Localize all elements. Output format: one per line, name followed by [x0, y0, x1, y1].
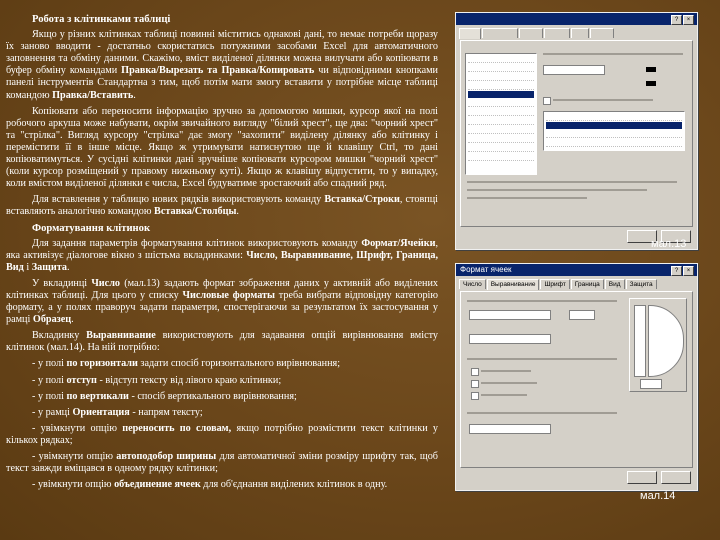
- list-item: - увімкнути опцію переносить по словам, …: [6, 422, 439, 446]
- section-title: Робота з клітинками таблиці: [32, 14, 171, 25]
- paragraph-number-tab: У вкладинці Число (мал.13) задають форма…: [6, 277, 438, 326]
- separator-checkbox: [543, 97, 551, 105]
- dialog-panel: [460, 40, 693, 227]
- shrink-to-fit-checkbox: [471, 380, 479, 388]
- figure-caption-13: мал.13: [651, 238, 687, 250]
- wrap-text-checkbox: [471, 368, 479, 376]
- tab-border: Граница: [570, 279, 604, 289]
- list-item: - у рамці Ориентация - напрям тексту;: [32, 406, 203, 418]
- text-direction-field: [469, 424, 551, 434]
- horizontal-align-field: [469, 310, 551, 320]
- help-icon: ?: [671, 266, 682, 276]
- help-icon: ?: [671, 15, 682, 25]
- dialog-title-bar: × ?: [456, 13, 697, 25]
- paragraph-mouse-copy: Копіювати або переносити інформацію зруч…: [6, 105, 438, 190]
- negative-list: [543, 111, 685, 151]
- decimal-field: [543, 65, 605, 75]
- main-text-column: Робота з клітинками таблиці Якщо у різни…: [6, 14, 438, 491]
- paragraph-alignment-tab: Вкладинку Выравнивание використовують дл…: [6, 330, 438, 354]
- list-item: - увімкнути опцію автоподобор ширины для…: [6, 451, 438, 475]
- close-icon: ×: [683, 266, 694, 276]
- list-item: - у полі по вертикали - спосіб вертикаль…: [32, 390, 297, 402]
- dialog-title: Формат ячеек: [460, 265, 512, 274]
- paragraph-format-cells: Для задання параметрів форматування кліт…: [6, 237, 438, 273]
- section-subtitle: Форматування клітинок: [32, 222, 151, 234]
- tab-protection: Защита: [625, 279, 657, 289]
- list-item: - увімкнути опцію объединение ячеек для …: [32, 479, 388, 491]
- cancel-button: [661, 471, 691, 484]
- indent-field: [569, 310, 595, 320]
- tab-view: Вид: [604, 279, 625, 289]
- ok-button: [627, 471, 657, 484]
- list-item: - у полі по горизонтали задати спосіб го…: [32, 358, 341, 370]
- vertical-align-field: [469, 334, 551, 344]
- list-item: - у полі отступ - відступ тексту від лів…: [32, 374, 282, 386]
- paragraph-copy-data: Якщо у різних клітинках таблиці повинні …: [6, 29, 438, 101]
- dialog-tabs: [456, 25, 697, 39]
- close-icon: ×: [683, 15, 694, 25]
- figure-caption-14: мал.14: [640, 490, 676, 502]
- tab-number: Число: [459, 279, 486, 289]
- number-format-dialog-image: × ?: [455, 12, 698, 250]
- category-list: [465, 53, 537, 175]
- tab-alignment: Выравнивание: [486, 279, 540, 290]
- paragraph-insert-rows: Для вставлення у таблицю нових рядків ви…: [6, 194, 438, 218]
- dialog-tabs: Число Выравнивание Шрифт Граница Вид Защ…: [456, 276, 697, 290]
- dialog-panel: [460, 291, 693, 468]
- tab-font: Шрифт: [540, 279, 570, 289]
- orientation-frame: [629, 298, 687, 392]
- alignment-format-dialog-image: Формат ячеек × ? Число Выравнивание Шриф…: [455, 263, 698, 491]
- dialog-title-bar: Формат ячеек × ?: [456, 264, 697, 276]
- merge-cells-checkbox: [471, 392, 479, 400]
